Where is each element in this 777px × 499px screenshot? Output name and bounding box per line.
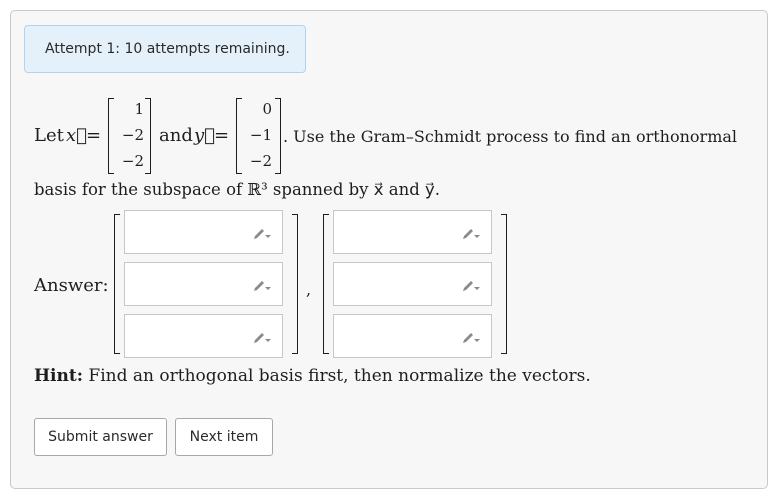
x-vector-entry: −2 — [121, 126, 144, 144]
pencil-dropdown-icon[interactable] — [252, 329, 272, 345]
y-vector-entry: 0 — [262, 100, 272, 118]
answer-vector2-entry2-input[interactable] — [333, 262, 492, 306]
attempt-banner: Attempt 1: 10 attempts remaining. — [24, 25, 306, 73]
answer-label: Answer: — [34, 275, 109, 296]
x-vector-entry: 1 — [134, 100, 144, 118]
answer-vector1-entry3-input[interactable] — [124, 314, 283, 358]
equals-sign: = — [86, 125, 102, 146]
y-vector-entry: −2 — [249, 152, 272, 170]
y-vector-variable: y⃗ — [194, 125, 215, 146]
equals-sign: = — [214, 125, 230, 146]
hint-label: Hint: — [34, 366, 84, 386]
pencil-dropdown-icon[interactable] — [461, 277, 481, 293]
pencil-dropdown-icon[interactable] — [252, 225, 272, 241]
pencil-dropdown-icon[interactable] — [461, 225, 481, 241]
pencil-dropdown-icon[interactable] — [461, 329, 481, 345]
y-vector-entry: −1 — [249, 126, 272, 144]
hint-text: Find an orthogonal basis first, then nor… — [88, 366, 591, 386]
problem-text-line2: basis for the subspace of ℝ³ spanned by … — [34, 180, 441, 199]
answer-vector2-entry1-input[interactable] — [333, 210, 492, 254]
submit-answer-button[interactable]: Submit answer — [34, 418, 167, 456]
next-item-button[interactable]: Next item — [175, 418, 273, 456]
pencil-dropdown-icon[interactable] — [252, 277, 272, 293]
vector-separator: , — [306, 280, 312, 299]
x-vector-entry: −2 — [121, 152, 144, 170]
hint: Hint: Find an orthogonal basis first, th… — [34, 366, 591, 386]
problem-text-line1: . Use the Gram–Schmidt process to find a… — [283, 127, 738, 146]
answer-vector1-entry2-input[interactable] — [124, 262, 283, 306]
x-vector-variable: x⃗ — [66, 125, 87, 146]
let-text: Let — [34, 125, 64, 146]
answer-vector2-entry3-input[interactable] — [333, 314, 492, 358]
answer-vector1-entry1-input[interactable] — [124, 210, 283, 254]
and-text: and — [159, 125, 193, 146]
